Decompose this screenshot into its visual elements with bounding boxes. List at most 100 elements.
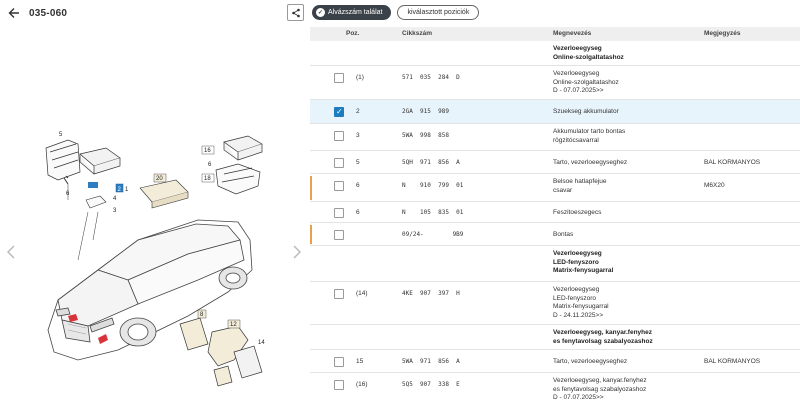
description-line: Online-szolgaltatashoz [553,78,619,86]
pad-part-20[interactable] [139,179,189,209]
row-position: (14) [356,290,368,297]
row-part-number[interactable]: 5WA 971 856 A [402,358,460,365]
module-part-14[interactable] [233,345,263,379]
description-line: Vezerloeegyseg [553,70,600,77]
callout-6[interactable]: 6 [66,191,70,197]
row-marker [310,225,312,244]
description-line: D - 24.11.2025>> [553,311,604,319]
share-icon[interactable] [287,4,304,21]
row-description: Belsoe hatlapfejue csavar [553,178,693,195]
row-position: 5 [356,158,360,166]
col-cikk[interactable]: Cikkszám [402,30,432,37]
row-part-number[interactable]: N 910 799 01 [402,182,463,189]
row-part-number[interactable]: N 105 835 01 [402,209,463,216]
description-line: es fenytavolsag szabalyozashoz [553,337,653,345]
table-row[interactable]: 3 5WA 998 858 Akkumulator tarto bontas rögz… [310,124,800,151]
description-line: csavar [553,186,573,194]
row-position: 2 [356,108,360,115]
description-line: Matrix-fenysugarral [553,267,614,274]
row-part-number[interactable]: 571 035 284 D [402,74,460,81]
callout-1[interactable]: 1 [125,187,129,193]
description-line: Vezerloeegyseg [553,45,602,52]
row-position: (1) [356,74,364,81]
row-checkbox[interactable] [334,229,344,240]
description-line: es fenytavolsag szabalyozashoz [553,385,647,393]
prev-chevron-icon[interactable] [4,242,18,262]
description-line: Szuekseg akkumulator [553,108,619,115]
row-part-number[interactable]: 5QH 971 856 A [402,159,460,166]
row-part-number[interactable]: 5Q5 907 338 E [402,381,460,388]
col-desc[interactable]: Megnevezés [553,30,591,37]
parts-panel: ✓ Alvázszám találat kiválasztott pozició… [310,0,800,405]
row-checkbox[interactable] [334,107,344,117]
table-row[interactable]: (14) 4KE 907 397 H Vezerloeegyseg LED-fenys… [310,282,800,325]
module-part-16[interactable] [223,135,263,161]
table-row[interactable]: Vezerloeegyseg, kanyar.fenyhez es fenytav… [310,325,800,350]
row-checkbox[interactable] [334,157,344,168]
description-line: rögzitócsavarral [553,136,599,144]
callout-18[interactable]: 18 [204,176,211,182]
row-part-number[interactable]: 4KE 907 397 H [402,290,460,297]
table-row[interactable]: 15 5WA 971 856 A Tarto, vezerloeegyseghez B… [310,350,800,373]
bracket-part-5[interactable] [45,139,81,181]
row-checkbox[interactable] [334,131,344,141]
table-row[interactable]: 6 N 105 835 01 Feszitoeszegecs [310,202,800,223]
row-checkbox[interactable] [334,73,344,83]
row-part-number[interactable]: 5WA 998 858 [402,132,449,139]
row-position: (16) [356,381,368,388]
callout-6b[interactable]: 6 [208,162,212,168]
row-description: Feszitoeszegecs [553,209,693,218]
callout-4[interactable]: 4 [113,196,117,202]
row-note: M6X20 [704,182,725,189]
bracket-part-18[interactable] [215,163,261,195]
description-line: Vezerloeegyseg, kanyar.fenyhez [553,377,647,384]
filter-buttons: ✓ Alvázszám találat kiválasztott pozició… [312,5,480,20]
row-checkbox[interactable] [334,380,344,390]
back-arrow-icon[interactable] [3,2,25,24]
callout-16[interactable]: 16 [204,148,211,154]
row-part-number[interactable]: 09/24- 9B9 [402,231,463,238]
row-checkbox[interactable] [334,207,344,218]
battery-part-2[interactable] [88,182,98,188]
row-part-number[interactable]: 2GA 915 989 [402,108,449,115]
table-row[interactable]: 09/24- 9B9 Bontas [310,223,800,246]
description-line: D - 07.07.2025>> [553,394,604,401]
selected-positions-label: kiválasztott poziciók [407,9,470,16]
row-note: BAL KORMANYOS [704,357,761,365]
table-row[interactable]: Vezerloeegyseg LED-fenyszoro Matrix-fenysu… [310,246,800,282]
control-unit-part-8[interactable] [179,317,209,351]
callout-3[interactable]: 3 [113,208,117,214]
page-title: 035-060 [29,7,68,19]
description-line: Vezerloeegyseg [553,286,600,293]
callout-12[interactable]: 12 [230,322,237,328]
row-description: Vezerloeegyseg, kanyar.fenyhez es fenytav… [553,377,693,403]
table-row[interactable]: (1) 571 035 284 D Vezerloeegyseg Online-szo… [310,66,800,100]
table-row[interactable]: (16) 5Q5 907 338 E Vezerloeegyseg, kanyar.… [310,373,800,405]
selected-positions-button[interactable]: kiválasztott poziciók [397,5,480,20]
holder-part-3[interactable] [85,195,107,209]
col-note[interactable]: Megjegyzés [704,30,741,37]
col-pos[interactable]: Poz. [346,30,359,37]
vin-match-toggle[interactable]: ✓ Alvázszám találat [312,5,392,20]
table-row[interactable]: 6 N 910 799 01 Belsoe hatlapfejue csavar M6X… [310,174,800,202]
row-description: Akkumulator tarto bontas rögzitócsavarral [553,128,693,145]
row-checkbox[interactable] [334,181,344,191]
control-unit-part-1[interactable] [79,147,121,175]
table-body: Vezerloeegyseg Online-szolgaltatashoz (1) 5… [310,41,800,405]
row-position: 6 [356,182,360,189]
table-row[interactable]: 2 2GA 915 989 Szuekseg akkumulator [310,100,800,124]
row-checkbox[interactable] [334,289,344,299]
row-description: Tarto, vezerloeegyseghez [553,159,693,168]
description-line: Feszitoeszegecs [553,208,602,216]
callout-14[interactable]: 14 [258,340,265,346]
description-line: LED-fenyszoro [553,258,599,266]
callout-20[interactable]: 20 [156,176,163,182]
diagram-panel: 035-060 5 2 1 6 3 4 20 16 6 18 8 12 14 [0,0,308,405]
table-row[interactable]: 5 5QH 971 856 A Tarto, vezerloeegyseghez BA… [310,151,800,174]
next-chevron-icon[interactable] [290,242,304,262]
table-row[interactable]: Vezerloeegyseg Online-szolgaltatashoz [310,41,800,66]
description-line: Bontas [553,230,574,238]
row-description: Tarto, vezerloeegyseghez [553,358,693,367]
row-checkbox[interactable] [334,356,344,367]
row-description: Szuekseg akkumulator [553,108,693,117]
